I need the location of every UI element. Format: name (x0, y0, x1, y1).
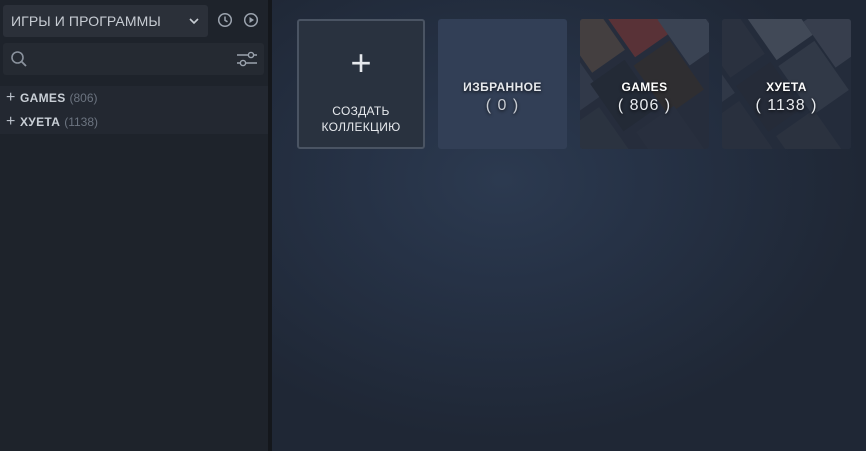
filter-sliders-icon[interactable] (236, 50, 258, 68)
create-label-line2: КОЛЛЕКЦИЮ (321, 120, 401, 134)
sidebar: ИГРЫ И ПРОГРАММЫ + GAMES (806) + ХУЕТА (… (0, 0, 269, 451)
create-collection-label: СОЗДАТЬ КОЛЛЕКЦИЮ (299, 103, 423, 135)
search-input[interactable] (33, 47, 229, 71)
collection-tile-title: ИЗБРАННОЕ (463, 80, 542, 94)
collection-tile-games[interactable]: GAMES ( 806 ) (580, 19, 709, 149)
collection-name: GAMES (20, 91, 66, 105)
collection-item-huyeta[interactable]: + ХУЕТА (1138) (0, 110, 268, 134)
search-icon (11, 51, 27, 67)
collection-tile-title: GAMES (621, 80, 668, 94)
library-filter-label: ИГРЫ И ПРОГРАММЫ (11, 13, 161, 29)
create-collection-tile[interactable]: + СОЗДАТЬ КОЛЛЕКЦИЮ (297, 19, 425, 149)
collection-name: ХУЕТА (20, 115, 61, 129)
collection-tile-count: ( 806 ) (617, 97, 672, 114)
collections-view: + СОЗДАТЬ КОЛЛЕКЦИЮ ИЗБРАННОЕ ( 0 ) GAME… (272, 0, 866, 451)
collection-count: (1138) (64, 115, 99, 129)
chevron-down-icon (189, 18, 199, 25)
collection-count: (806) (69, 91, 98, 105)
collection-item-games[interactable]: + GAMES (806) (0, 86, 268, 110)
play-circle-icon[interactable] (243, 12, 259, 28)
expand-plus-icon[interactable]: + (6, 90, 20, 106)
recent-clock-icon[interactable] (217, 12, 233, 28)
collection-tile-title: ХУЕТА (766, 80, 807, 94)
expand-plus-icon[interactable]: + (6, 114, 20, 130)
collection-tile-favorites[interactable]: ИЗБРАННОЕ ( 0 ) (438, 19, 567, 149)
collection-tile-count: ( 0 ) (485, 97, 520, 114)
collection-tile-count: ( 1138 ) (755, 97, 818, 114)
library-filter-dropdown[interactable]: ИГРЫ И ПРОГРАММЫ (3, 5, 208, 37)
plus-icon: + (350, 42, 372, 83)
collection-list: + GAMES (806) + ХУЕТА (1138) (0, 86, 268, 134)
create-label-line1: СОЗДАТЬ (332, 104, 390, 118)
collection-tile-huyeta[interactable]: ХУЕТА ( 1138 ) (722, 19, 851, 149)
search-bar (3, 43, 264, 75)
